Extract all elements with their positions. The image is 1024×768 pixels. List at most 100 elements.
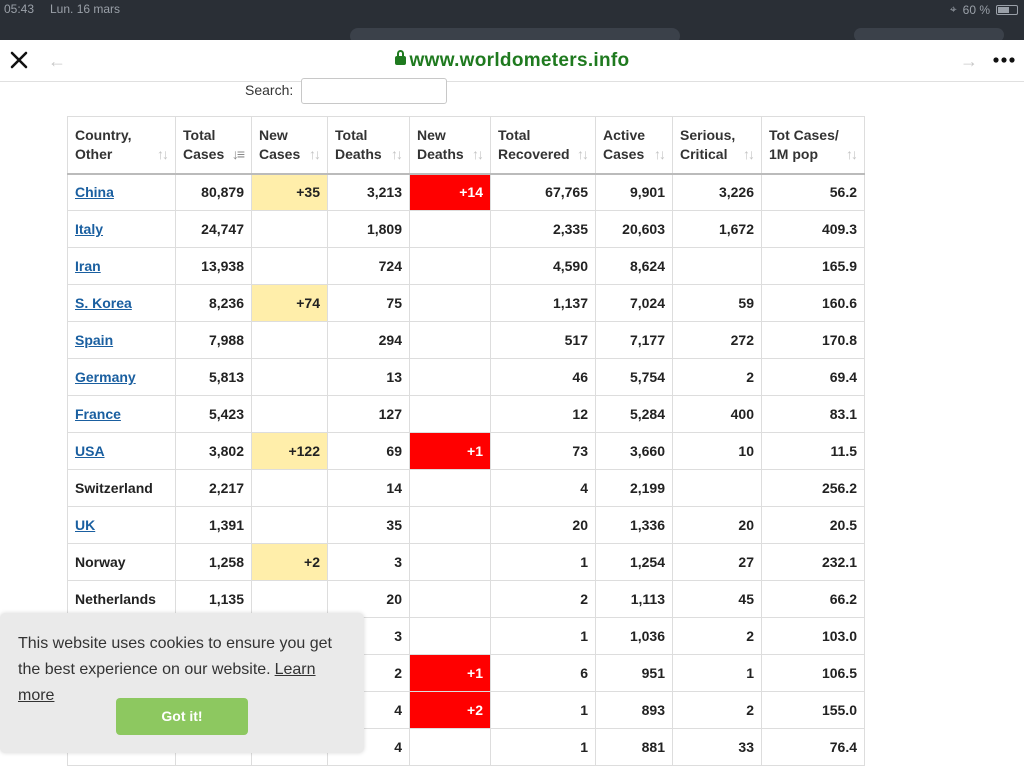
cell-active-cases: 3,660 (595, 432, 673, 470)
country-link[interactable]: Iran (75, 258, 101, 274)
cell-total-cases: 7,988 (175, 321, 252, 359)
cell-per-million: 256.2 (761, 469, 865, 507)
country-link[interactable]: Spain (75, 332, 113, 348)
more-icon[interactable] (992, 52, 1016, 68)
cell-new-cases (251, 210, 328, 248)
cell-per-million: 232.1 (761, 543, 865, 581)
cell-new-deaths (409, 543, 491, 581)
cell-per-million: 409.3 (761, 210, 865, 248)
cell-per-million: 83.1 (761, 395, 865, 433)
cell-new-cases (251, 506, 328, 544)
cell-total-deaths: 14 (327, 469, 410, 507)
sort-icon: ↑↓ (472, 146, 484, 162)
country-link[interactable]: S. Korea (75, 295, 132, 311)
cell-new-deaths (409, 395, 491, 433)
cell-total-deaths: 724 (327, 247, 410, 285)
search-input[interactable] (301, 78, 447, 104)
cell-new-deaths: +1 (409, 654, 491, 692)
cell-serious-critical: 45 (672, 580, 762, 618)
cell-new-deaths (409, 284, 491, 322)
cell-new-cases (251, 469, 328, 507)
table-header-row: Country, Other ↑↓ Total Cases ↓≡ New Cases ↑↓ … (67, 116, 865, 175)
col-total-cases[interactable]: Total Cases ↓≡ (175, 116, 252, 175)
col-country[interactable]: Country, Other ↑↓ (67, 116, 176, 175)
table-row: Switzerland 2,217 14 4 2,199 256.2 (67, 469, 865, 507)
country-link[interactable]: UK (75, 517, 95, 533)
cell-new-cases (251, 580, 328, 618)
col-active-cases[interactable]: Active Cases ↑↓ (595, 116, 673, 175)
cell-per-million: 66.2 (761, 580, 865, 618)
cell-total-cases: 8,236 (175, 284, 252, 322)
cell-new-cases (251, 395, 328, 433)
cell-new-deaths (409, 210, 491, 248)
cell-serious-critical: 3,226 (672, 173, 762, 211)
country-link[interactable]: Italy (75, 221, 103, 237)
col-new-cases[interactable]: New Cases ↑↓ (251, 116, 328, 175)
country-link[interactable]: France (75, 406, 121, 422)
sort-icon: ↑↓ (309, 146, 321, 162)
cell-per-million: 103.0 (761, 617, 865, 655)
table-row: UK 1,391 35 20 1,336 20 20.5 (67, 506, 865, 544)
cell-active-cases: 9,901 (595, 173, 673, 211)
table-row: USA 3,802 +122 69 +1 73 3,660 10 11.5 (67, 432, 865, 470)
cell-country[interactable]: Iran (67, 247, 176, 285)
cell-total-recovered: 1 (490, 728, 596, 766)
cell-country[interactable]: Italy (67, 210, 176, 248)
cell-new-cases (251, 358, 328, 396)
status-date: Lun. 16 mars (50, 2, 121, 16)
cell-total-recovered: 4,590 (490, 247, 596, 285)
country-link[interactable]: Germany (75, 369, 136, 385)
cell-country: Norway (67, 543, 176, 581)
sheet-grabber[interactable] (487, 67, 537, 72)
cell-total-recovered: 12 (490, 395, 596, 433)
cell-total-recovered: 46 (490, 358, 596, 396)
country-link[interactable]: USA (75, 443, 105, 459)
cell-country[interactable]: S. Korea (67, 284, 176, 322)
table-row: Spain 7,988 294 517 7,177 272 170.8 (67, 321, 865, 359)
table-row: Italy 24,747 1,809 2,335 20,603 1,672 409.3 (67, 210, 865, 248)
status-bar: 05:43 Lun. 16 mars ⌖ 60 % (0, 0, 1024, 44)
table-row: Netherlands 1,135 20 2 1,113 45 66.2 (67, 580, 865, 618)
sort-icon: ↑↓ (743, 146, 755, 162)
country-link[interactable]: China (75, 184, 114, 200)
cell-country[interactable]: Germany (67, 358, 176, 396)
cell-country[interactable]: France (67, 395, 176, 433)
cell-active-cases: 7,024 (595, 284, 673, 322)
sort-icon: ↑↓ (577, 146, 589, 162)
battery-percent: 60 % (962, 2, 990, 17)
cell-total-cases: 3,802 (175, 432, 252, 470)
cell-new-deaths (409, 728, 491, 766)
lock-icon (394, 50, 406, 65)
table-row: Iran 13,938 724 4,590 8,624 165.9 (67, 247, 865, 285)
cell-total-cases: 1,135 (175, 580, 252, 618)
cell-serious-critical: 1 (672, 654, 762, 692)
cell-total-recovered: 2,335 (490, 210, 596, 248)
col-total-recovered[interactable]: Total Recovered ↑↓ (490, 116, 596, 175)
got-it-button[interactable]: Got it! (116, 698, 248, 735)
cell-total-cases: 5,423 (175, 395, 252, 433)
cell-total-recovered: 517 (490, 321, 596, 359)
cell-country[interactable]: Spain (67, 321, 176, 359)
cell-country[interactable]: USA (67, 432, 176, 470)
cell-active-cases: 1,336 (595, 506, 673, 544)
cell-new-deaths (409, 580, 491, 618)
table-row: France 5,423 127 12 5,284 400 83.1 (67, 395, 865, 433)
cell-serious-critical: 2 (672, 617, 762, 655)
col-per-million[interactable]: Tot Cases/1M pop ↑↓ (761, 116, 865, 175)
cell-serious-critical (672, 469, 762, 507)
col-total-deaths[interactable]: Total Deaths ↑↓ (327, 116, 410, 175)
cell-country[interactable]: UK (67, 506, 176, 544)
col-new-deaths[interactable]: New Deaths ↑↓ (409, 116, 491, 175)
cell-total-deaths: 3 (327, 543, 410, 581)
cell-new-deaths: +1 (409, 432, 491, 470)
cell-new-deaths (409, 506, 491, 544)
cell-active-cases: 1,113 (595, 580, 673, 618)
arrow-right-icon[interactable]: → (960, 51, 978, 72)
cell-serious-critical: 272 (672, 321, 762, 359)
cell-serious-critical (672, 247, 762, 285)
cell-new-deaths (409, 321, 491, 359)
col-serious-critical[interactable]: Serious, Critical ↑↓ (672, 116, 762, 175)
cell-country[interactable]: China (67, 173, 176, 211)
cell-active-cases: 8,624 (595, 247, 673, 285)
sort-icon: ↑↓ (157, 146, 169, 162)
